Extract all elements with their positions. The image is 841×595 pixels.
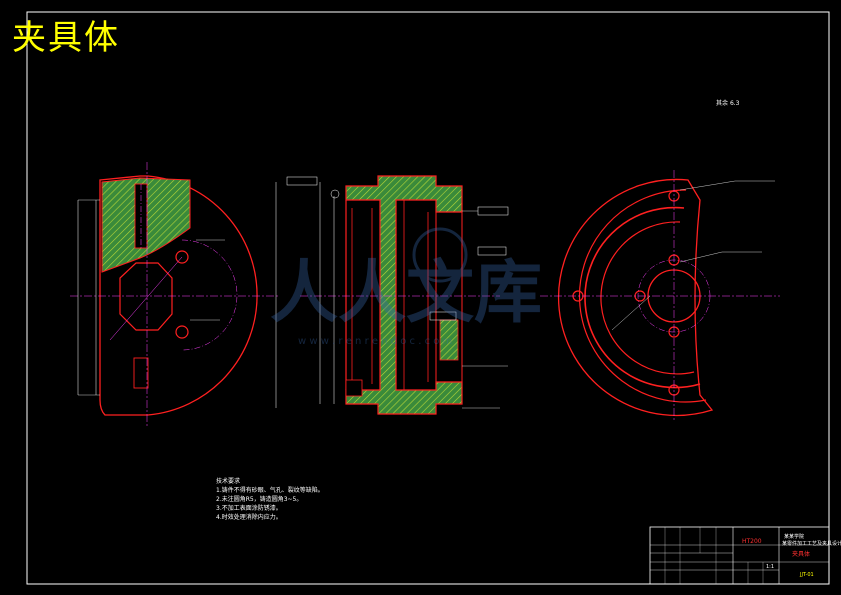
right-view bbox=[540, 170, 780, 420]
banner-title: 夹具体 bbox=[12, 18, 120, 58]
tb-material: HT200 bbox=[742, 538, 762, 545]
tb-part: 夹具体 bbox=[792, 550, 810, 558]
tb-project: 某零件加工工艺及夹具设计 bbox=[782, 540, 841, 547]
notes-heading: 技术要求 bbox=[216, 478, 241, 485]
wm-brand: 人人文库 bbox=[270, 254, 542, 333]
tb-drawing: JJT-01 bbox=[799, 572, 814, 578]
title-block: HT200 某某学院 某零件加工工艺及夹具设计 夹具体 1:1 JJT-01 bbox=[649, 526, 841, 585]
watermark: 人人文库 w w w . r e n r e n d o c . c o m bbox=[270, 227, 542, 347]
surface-roughness-note: 其余 6.3 bbox=[716, 98, 739, 107]
tb-scale: 1:1 bbox=[766, 564, 774, 570]
notes-line: 2.未注圆角R5，铸造圆角3~5。 bbox=[216, 496, 303, 503]
wm-url: w w w . r e n r e n d o c . c o m bbox=[298, 336, 452, 347]
notes-line: 4.时效处理消除内应力。 bbox=[216, 514, 282, 521]
drawing-canvas: 人人文库 w w w . r e n r e n d o c . c o m H… bbox=[26, 11, 841, 585]
notes-line: 3.不加工表面涂防锈漆。 bbox=[216, 505, 282, 512]
roughness-label: 其余 bbox=[716, 100, 729, 107]
notes-line: 1.铸件不得有砂眼、气孔、裂纹等缺陷。 bbox=[216, 487, 324, 494]
roughness-value: 6.3 bbox=[729, 100, 740, 107]
tb-school: 某某学院 bbox=[784, 533, 804, 540]
technical-notes: 技术要求 1.铸件不得有砂眼、气孔、裂纹等缺陷。 2.未注圆角R5，铸造圆角3~… bbox=[216, 477, 324, 522]
left-view bbox=[70, 162, 280, 428]
